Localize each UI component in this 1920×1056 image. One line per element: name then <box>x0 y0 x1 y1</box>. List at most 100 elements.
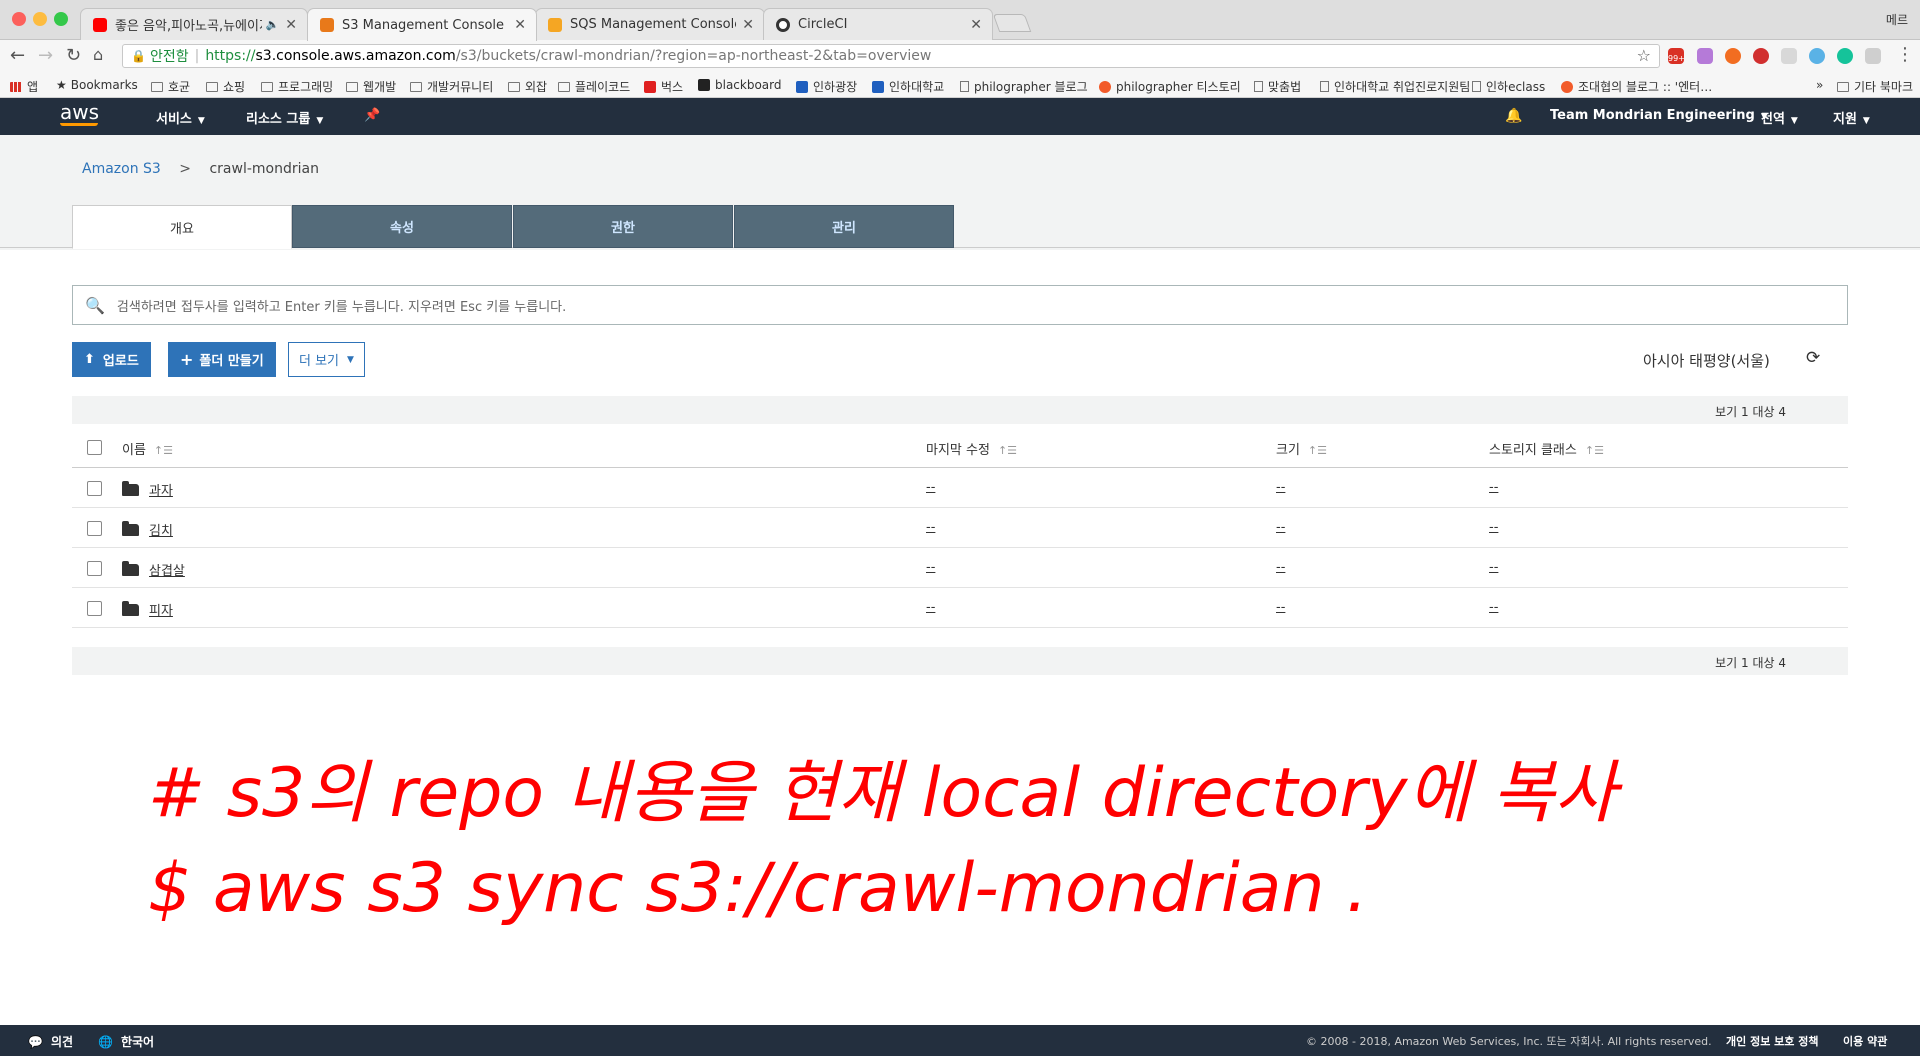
aws-logo[interactable]: aws <box>60 102 99 126</box>
folder-link[interactable]: 삼겹살 <box>149 564 185 579</box>
reload-icon[interactable]: ↻ <box>66 45 81 66</box>
resource-groups-label: 리소스 그룹 <box>246 112 311 127</box>
support-menu[interactable]: 지원 ▼ <box>1833 108 1870 127</box>
tab-properties[interactable]: 속성 <box>292 205 512 248</box>
upload-button[interactable]: ⬆ 업로드 <box>72 342 151 377</box>
minimize-window-button[interactable] <box>33 12 47 26</box>
bookmark-item[interactable]: 인하광장 <box>796 78 857 95</box>
browser-tab-sqs[interactable]: SQS Management Console ✕ <box>535 8 765 40</box>
bookmark-item[interactable]: ★ Bookmarks <box>56 78 138 92</box>
extension-icon[interactable] <box>1697 48 1713 64</box>
row-checkbox[interactable] <box>87 521 102 536</box>
extension-icon[interactable]: 99+ <box>1668 48 1685 64</box>
bookmark-item[interactable]: 벅스 <box>644 78 683 95</box>
grammarly-icon[interactable] <box>1837 48 1853 64</box>
services-menu[interactable]: 서비스 ▼ <box>156 108 205 127</box>
home-icon[interactable]: ⌂ <box>93 45 103 64</box>
notification-bell-icon[interactable]: 🔔 <box>1505 108 1522 124</box>
language-button[interactable]: 🌐 한국어 <box>98 1033 154 1050</box>
new-tab-button[interactable] <box>992 14 1032 32</box>
region-menu[interactable]: 전역 ▼ <box>1761 108 1798 127</box>
close-window-button[interactable] <box>12 12 26 26</box>
close-tab-icon[interactable]: ✕ <box>742 17 754 33</box>
bookmark-star-icon[interactable]: ☆ <box>1637 46 1651 65</box>
profile-name[interactable]: 메르 <box>1886 11 1908 28</box>
feedback-button[interactable]: 💬 의견 <box>28 1033 73 1050</box>
other-bookmarks-folder[interactable]: 기타 북마크 <box>1837 78 1913 95</box>
column-header-name[interactable]: 이름 ↑☰ <box>122 439 173 458</box>
aws-logo-text: aws <box>60 100 100 124</box>
row-checkbox[interactable] <box>87 601 102 616</box>
folder-name-cell[interactable]: 과자 <box>122 480 173 499</box>
chevron-down-icon: ▼ <box>316 116 324 126</box>
bookmark-item[interactable]: blackboard <box>698 78 782 92</box>
column-label: 이름 <box>122 443 146 458</box>
bookmark-item[interactable]: 개발커뮤니티 <box>410 78 493 95</box>
resource-groups-menu[interactable]: 리소스 그룹 ▼ <box>246 108 323 127</box>
account-menu[interactable]: Team Mondrian Engineering ▼ <box>1550 108 1768 123</box>
terms-of-use-link[interactable]: 이용 약관 <box>1843 1033 1887 1049</box>
folder-link[interactable]: 과자 <box>149 484 173 499</box>
column-header-storage-class[interactable]: 스토리지 클래스 ↑☰ <box>1489 439 1604 458</box>
bookmark-item[interactable]: 프로그래밍 <box>261 78 333 95</box>
bookmark-item[interactable]: 인하eclass <box>1472 78 1545 95</box>
column-header-modified[interactable]: 마지막 수정 ↑☰ <box>926 439 1017 458</box>
row-checkbox[interactable] <box>87 481 102 496</box>
refresh-icon[interactable]: ⟳ <box>1806 348 1820 368</box>
adblock-icon[interactable] <box>1753 48 1769 64</box>
chrome-menu-icon[interactable]: ⋮ <box>1896 44 1914 65</box>
extension-icon[interactable] <box>1809 48 1825 64</box>
address-bar[interactable]: 🔒 안전함 | https:// s3.console.aws.amazon.c… <box>122 44 1660 68</box>
close-tab-icon[interactable]: ✕ <box>514 17 526 33</box>
bookmark-item[interactable]: 조대협의 블로그 :: '엔터… <box>1561 78 1712 95</box>
bookmark-item[interactable]: 쇼핑 <box>206 78 245 95</box>
browser-tab-s3[interactable]: S3 Management Console ✕ <box>307 8 537 41</box>
tab-overview[interactable]: 개요 <box>72 205 292 249</box>
tab-management[interactable]: 관리 <box>734 205 954 248</box>
folder-link[interactable]: 김치 <box>149 524 173 539</box>
pin-icon[interactable]: 📌 <box>364 108 380 123</box>
bookmark-item[interactable]: 플레이코드 <box>558 78 630 95</box>
search-input[interactable]: 🔍 검색하려면 접두사를 입력하고 Enter 키를 누릅니다. 지우려면 Es… <box>72 285 1848 325</box>
speaker-icon[interactable]: 🔈 <box>266 18 280 31</box>
overflow-label: » <box>1816 78 1824 92</box>
browser-tab-circleci[interactable]: CircleCI ✕ <box>763 8 993 40</box>
browser-tab-music[interactable]: 좋은 음악,피아노곡,뉴에이지 모음 🔈 ✕ <box>80 8 308 40</box>
tab-title: CircleCI <box>798 17 848 32</box>
more-actions-button[interactable]: 더 보기 ▼ <box>288 342 365 377</box>
extension-icon[interactable] <box>1865 48 1881 64</box>
bookmarks-overflow-button[interactable]: » <box>1816 78 1823 92</box>
search-icon: 🔍 <box>85 295 105 315</box>
bookmark-item[interactable]: philographer 티스토리 <box>1099 78 1241 95</box>
bookmark-item[interactable]: 외잡 <box>508 78 547 95</box>
maximize-window-button[interactable] <box>54 12 68 26</box>
tab-label: 권한 <box>611 221 635 236</box>
bookmark-item[interactable]: 인하대학교 <box>872 78 944 95</box>
close-tab-icon[interactable]: ✕ <box>285 17 297 33</box>
bookmark-item[interactable]: 인하대학교 취업진로지원팀 <box>1320 78 1470 95</box>
bookmark-item[interactable]: philographer 블로그 <box>960 78 1088 95</box>
tab-permissions[interactable]: 권한 <box>513 205 733 248</box>
breadcrumb-root-link[interactable]: Amazon S3 <box>82 161 161 177</box>
folder-link[interactable]: 피자 <box>149 604 173 619</box>
folder-name-cell[interactable]: 김치 <box>122 520 173 539</box>
extension-icon[interactable] <box>1725 48 1741 64</box>
select-all-checkbox[interactable] <box>87 440 102 455</box>
back-arrow-icon[interactable]: ← <box>10 45 25 66</box>
tistory-icon <box>1561 80 1573 93</box>
privacy-policy-link[interactable]: 개인 정보 보호 정책 <box>1726 1033 1818 1049</box>
bookmark-item[interactable]: 웹개발 <box>346 78 396 95</box>
bookmark-item[interactable]: 앱 <box>10 78 38 95</box>
create-folder-button[interactable]: + 폴더 만들기 <box>168 342 276 377</box>
bookmark-item[interactable]: 호균 <box>151 78 190 95</box>
column-header-size[interactable]: 크기 ↑☰ <box>1276 439 1327 458</box>
forward-arrow-icon[interactable]: → <box>38 45 53 66</box>
page-icon <box>960 81 969 92</box>
close-tab-icon[interactable]: ✕ <box>970 17 982 33</box>
extension-icon[interactable] <box>1781 48 1797 64</box>
folder-name-cell[interactable]: 피자 <box>122 600 173 619</box>
bookmark-item[interactable]: 맞춤법 <box>1254 78 1301 95</box>
folder-name-cell[interactable]: 삼겹살 <box>122 560 185 579</box>
s3-bucket-page: Amazon S3 > crawl-mondrian 개요 속성 권한 관리 🔍… <box>0 135 1920 1025</box>
row-checkbox[interactable] <box>87 561 102 576</box>
